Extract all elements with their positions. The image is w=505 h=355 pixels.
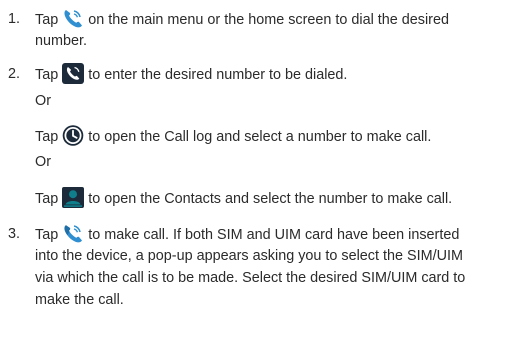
tap-label: Tap [35, 191, 59, 207]
step-line: number. [35, 33, 87, 49]
step-body: Tap to make call. If both SIM and UIM ca… [35, 223, 499, 311]
call-button-icon [62, 223, 84, 244]
phone-icon [62, 8, 84, 29]
document-page: { "steps": [ { "number": "1.", "lead": "… [0, 0, 505, 355]
tap-label: Tap [35, 67, 59, 83]
step-line: Tap to open the Contacts and select the … [35, 187, 499, 209]
step-line: Tap to enter the desired number to be di… [35, 63, 499, 85]
tap-label: Tap [35, 227, 59, 243]
step-text: on the main menu or the home screen to d… [88, 12, 449, 28]
step-line: make the call. [35, 292, 124, 308]
dialpad-phone-icon [62, 63, 85, 84]
step-text: to open the Contacts and select the numb… [88, 191, 453, 207]
call-log-clock-icon [62, 125, 84, 146]
step-text: to open the Call log and select a number… [88, 129, 432, 145]
step-line: into the device, a pop-up appears asking… [35, 248, 463, 264]
step-number: 3. [8, 226, 21, 242]
step-body: Tap on the main menu or the home screen … [35, 8, 499, 52]
alternative-body: Or [35, 90, 499, 112]
step-number: 2. [8, 66, 21, 82]
step-text: to enter the desired number to be dialed… [88, 67, 348, 83]
step-line: via which the call is to be made. Select… [35, 270, 466, 286]
or-label: Or [35, 154, 51, 170]
step-body: Tap to enter the desired number to be di… [35, 63, 499, 85]
or-label: Or [35, 93, 51, 109]
contacts-person-icon [62, 187, 85, 208]
alternative-body: Tap to open the Call log and select a nu… [35, 125, 499, 147]
step-line: Tap to open the Call log and select a nu… [35, 125, 499, 147]
tap-label: Tap [35, 129, 59, 145]
tap-label: Tap [35, 12, 59, 28]
step-number: 1. [8, 11, 21, 27]
alternative-body: Tap to open the Contacts and select the … [35, 187, 499, 209]
step-line: Tap on the main menu or the home screen … [35, 8, 499, 30]
alternative-body: Or [35, 151, 499, 173]
step-text: to make call. If both SIM and UIM card h… [88, 227, 460, 243]
step-line: Tap to make call. If both SIM and UIM ca… [35, 223, 499, 245]
